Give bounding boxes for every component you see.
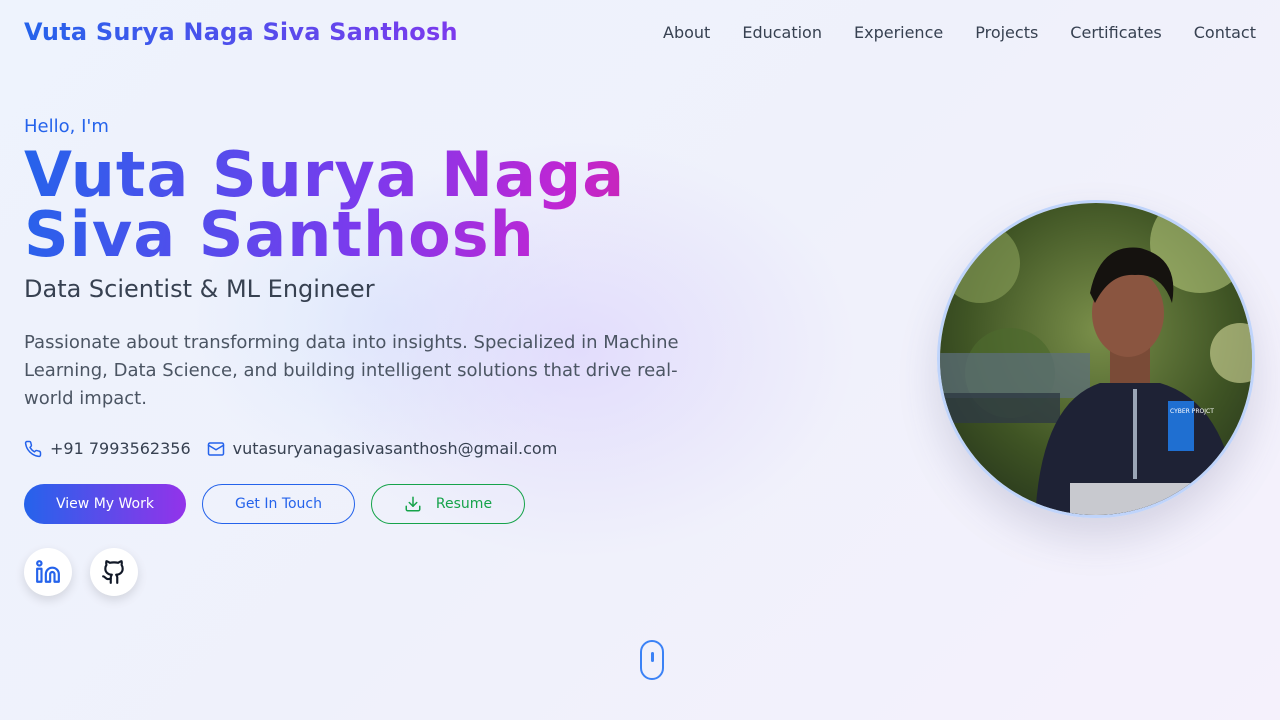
- nav-link-certificates[interactable]: Certificates: [1070, 23, 1161, 42]
- email-contact[interactable]: vutasuryanagasivasanthosh@gmail.com: [207, 439, 558, 458]
- nav-link-education[interactable]: Education: [742, 23, 822, 42]
- social-links: [24, 548, 804, 596]
- main-nav: About Education Experience Projects Cert…: [663, 23, 1256, 42]
- phone-number: +91 7993562356: [50, 439, 191, 458]
- hero-role: Data Scientist & ML Engineer: [24, 275, 375, 303]
- resume-button[interactable]: Resume: [371, 484, 525, 524]
- github-icon: [102, 560, 124, 584]
- phone-contact[interactable]: +91 7993562356: [24, 439, 191, 458]
- nav-link-contact[interactable]: Contact: [1194, 23, 1256, 42]
- scroll-dot: [651, 652, 654, 662]
- contact-info: +91 7993562356 vutasuryanagasivasanthosh…: [24, 439, 804, 458]
- linkedin-icon: [36, 560, 60, 583]
- resume-label: Resume: [435, 496, 493, 512]
- hero-section: Hello, I'm Vuta Surya Naga Siva Santhosh…: [24, 116, 804, 596]
- site-logo[interactable]: Vuta Surya Naga Siva Santhosh: [24, 18, 458, 46]
- hero-greeting: Hello, I'm: [24, 116, 109, 137]
- hero-actions: View My Work Get In Touch Resume: [24, 484, 804, 524]
- scroll-down-indicator[interactable]: [640, 640, 664, 680]
- site-header: Vuta Surya Naga Siva Santhosh About Educ…: [0, 0, 1280, 64]
- hero-bio: Passionate about transforming data into …: [24, 332, 679, 409]
- nav-link-about[interactable]: About: [663, 23, 710, 42]
- nav-link-projects[interactable]: Projects: [975, 23, 1038, 42]
- linkedin-button[interactable]: [24, 548, 72, 596]
- github-button[interactable]: [90, 548, 138, 596]
- mail-icon: [207, 441, 224, 456]
- download-icon: [405, 496, 421, 512]
- view-my-work-button[interactable]: View My Work: [24, 484, 186, 524]
- profile-photo: CYBER PROJCT: [937, 200, 1255, 518]
- email-address: vutasuryanagasivasanthosh@gmail.com: [232, 439, 558, 458]
- get-in-touch-button[interactable]: Get In Touch: [202, 484, 355, 524]
- profile-photo-image: CYBER PROJCT: [940, 203, 1252, 515]
- hero-name: Vuta Surya Naga Siva Santhosh: [24, 144, 784, 266]
- photo-badge-text: CYBER PROJCT: [1170, 408, 1214, 415]
- phone-icon: [24, 440, 42, 457]
- nav-link-experience[interactable]: Experience: [854, 23, 943, 42]
